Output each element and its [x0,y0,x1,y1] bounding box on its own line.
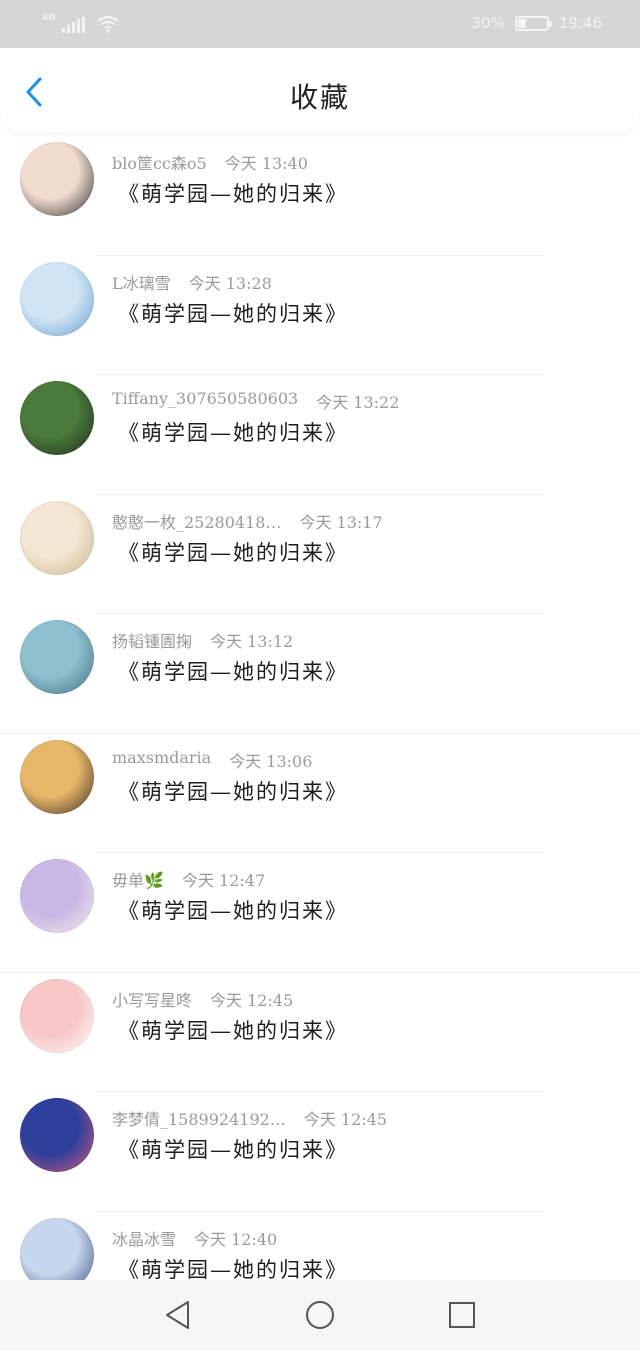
clock: 19:46 [558,14,602,32]
list-item[interactable]: 扬韬锺圊掬 今天 13:12 《萌学园—她的归来》 [0,614,640,734]
avatar[interactable] [20,859,94,933]
list-item[interactable]: blo筐cc森o5 今天 13:40 《萌学园—她的归来》 [0,136,640,256]
username[interactable]: 冰晶冰雪 [112,1226,176,1250]
header: 收藏 [0,48,640,132]
page-title: 收藏 [289,81,350,114]
username[interactable]: 毋单🌿 [112,867,164,891]
username[interactable]: maxsmdaria [112,748,211,772]
username[interactable]: Tiffany_307650580603 [112,389,298,413]
battery-fill [517,18,527,28]
item-meta: 毋单🌿 今天 12:47 [112,867,265,891]
status-bar: 4G 30% 19:46 [0,0,640,48]
item-title[interactable]: 《萌学园—她的归来》 [118,417,348,447]
username[interactable]: L冰璃雪 [112,270,171,294]
item-title[interactable]: 《萌学园—她的归来》 [118,895,348,925]
nav-recents-button[interactable] [444,1297,480,1333]
circle-home-icon [306,1301,334,1329]
timestamp: 今天 13:28 [188,273,272,293]
timestamp: 今天 12:40 [194,1229,278,1249]
list-item[interactable]: 小写写星咚 今天 12:45 《萌学园—她的归来》 [0,973,640,1092]
timestamp: 今天 12:45 [210,990,294,1010]
item-title[interactable]: 《萌学园—她的归来》 [118,1015,348,1045]
nav-home-button[interactable] [302,1297,338,1333]
item-meta: 冰晶冰雪 今天 12:40 [112,1226,277,1250]
avatar[interactable] [20,500,94,575]
avatar[interactable] [20,739,94,814]
timestamp: 今天 13:22 [316,393,400,412]
item-title[interactable]: 《萌学园—她的归来》 [118,537,348,567]
timestamp: 今天 12:45 [303,1110,388,1129]
status-right: 30% 19:46 [471,14,602,32]
favorites-list: blo筐cc森o5 今天 13:40 《萌学园—她的归来》 L冰璃雪 今天 13:28 《… [0,132,640,1280]
list-item[interactable]: Tiffany_307650580603 今天 13:22 《萌学园—她的归来》 [0,375,640,495]
username[interactable]: 憨憨一枚_25280418… [112,509,281,533]
avatar[interactable] [20,261,94,336]
item-title[interactable]: 《萌学园—她的归来》 [118,656,348,686]
username[interactable]: 扬韬锺圊掬 [112,628,192,652]
nav-back-button[interactable] [160,1297,196,1333]
signal-icon [61,17,85,33]
item-meta: 扬韬锺圊掬 今天 13:12 [112,628,293,652]
wifi-icon [96,15,119,33]
avatar[interactable] [20,1098,94,1172]
battery-percent: 30% [471,14,505,32]
avatar[interactable] [20,381,94,455]
triangle-back-icon [166,1301,189,1329]
item-meta: 小写写星咚 今天 12:45 [112,987,293,1011]
list-item[interactable]: L冰璃雪 今天 13:28 《萌学园—她的归来》 [0,256,640,375]
timestamp: 今天 13:06 [229,751,313,771]
square-recents-icon [449,1302,475,1328]
timestamp: 今天 12:47 [181,871,266,890]
item-title[interactable]: 《萌学园—她的归来》 [118,1254,348,1281]
avatar[interactable] [20,620,94,694]
timestamp: 今天 13:40 [224,154,308,173]
username[interactable]: blo筐cc森o5 [112,150,207,174]
status-left: 4G [42,14,119,33]
item-meta: Tiffany_307650580603 今天 13:22 [112,389,399,413]
item-meta: maxsmdaria 今天 13:06 [112,748,312,772]
item-meta: 憨憨一枚_25280418… 今天 13:17 [112,509,383,533]
avatar[interactable] [20,1217,94,1280]
list-item[interactable]: 憨憨一枚_25280418… 今天 13:17 《萌学园—她的归来》 [0,495,640,614]
battery-icon [514,15,552,31]
item-title[interactable]: 《萌学园—她的归来》 [118,1134,348,1164]
avatar[interactable] [20,978,94,1053]
navigation-bar [0,1280,640,1351]
item-meta: L冰璃雪 今天 13:28 [112,270,272,294]
username[interactable]: 李梦倩_1589924192… [112,1106,286,1130]
list-item[interactable]: 毋单🌿 今天 12:47 《萌学园—她的归来》 [0,853,640,973]
list-item[interactable]: 冰晶冰雪 今天 12:40 《萌学园—她的归来》 [0,1212,640,1281]
item-meta: 李梦倩_1589924192… 今天 12:45 [112,1106,387,1130]
item-title[interactable]: 《萌学园—她的归来》 [118,178,348,208]
list-item[interactable]: maxsmdaria 今天 13:06 《萌学园—她的归来》 [0,734,640,853]
username[interactable]: 小写写星咚 [112,987,192,1011]
network-type: 4G [42,13,56,23]
avatar[interactable] [20,142,94,216]
item-title[interactable]: 《萌学园—她的归来》 [118,298,348,328]
timestamp: 今天 13:12 [210,632,294,651]
timestamp: 今天 13:17 [299,512,383,532]
item-meta: blo筐cc森o5 今天 13:40 [112,150,308,174]
list-item[interactable]: 李梦倩_1589924192… 今天 12:45 《萌学园—她的归来》 [0,1092,640,1212]
item-title[interactable]: 《萌学园—她的归来》 [118,776,348,806]
